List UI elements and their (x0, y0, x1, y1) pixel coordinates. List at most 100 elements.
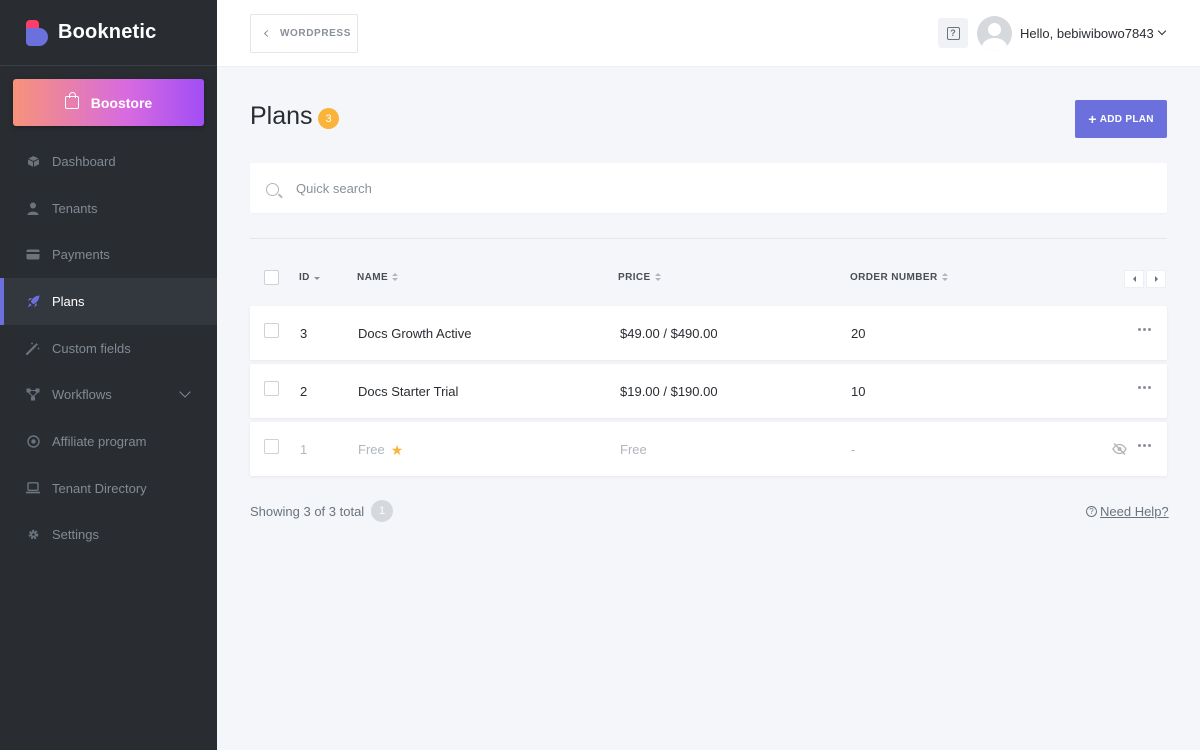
chevron-down-icon[interactable] (179, 386, 191, 399)
avatar[interactable] (977, 16, 1012, 51)
sidebar-item-label: Plans (52, 293, 85, 309)
question-circle-icon: ? (1086, 506, 1097, 517)
sort-icon (654, 272, 661, 282)
add-plan-button[interactable]: + ADD PLAN (1075, 100, 1167, 138)
boostore-button[interactable]: Boostore (13, 79, 204, 126)
sidebar-item-label: Tenant Directory (52, 480, 147, 496)
page-number-button[interactable]: 1 (371, 500, 393, 522)
help-button[interactable]: ? (938, 18, 968, 48)
row-checkbox[interactable] (264, 439, 279, 454)
more-options-icon[interactable] (1138, 386, 1151, 389)
sidebar-item-tenant-directory[interactable]: Tenant Directory (0, 465, 217, 512)
need-help-link[interactable]: ? Need Help? (1086, 504, 1169, 519)
row-checkbox[interactable] (264, 381, 279, 396)
rocket-icon (26, 294, 40, 308)
column-header-label: ORDER NUMBER (850, 272, 938, 283)
eye-off-icon[interactable] (1112, 442, 1127, 455)
question-icon: ? (946, 26, 960, 40)
booknetic-logo-icon (26, 19, 48, 46)
table-row[interactable]: 3 Docs Growth Active $49.00 / $490.00 20 (250, 306, 1167, 360)
sidebar: Booknetic Boostore Dashboard Tenants Pay… (0, 0, 217, 750)
need-help-label: Need Help? (1100, 504, 1169, 519)
sidebar-item-label: Tenants (52, 200, 98, 216)
sidebar-item-label: Affiliate program (52, 433, 147, 449)
laptop-icon (26, 481, 40, 495)
table-row[interactable]: 2 Docs Starter Trial $19.00 / $190.00 10 (250, 364, 1167, 418)
plus-icon: + (1088, 111, 1097, 127)
cell-name: Docs Growth Active (358, 326, 472, 341)
flow-icon (26, 388, 40, 402)
sort-desc-icon (313, 273, 320, 282)
column-header-id[interactable]: ID (299, 272, 320, 283)
sidebar-item-dashboard[interactable]: Dashboard (0, 138, 217, 185)
cell-price: $19.00 / $190.00 (620, 384, 718, 399)
sidebar-item-custom-fields[interactable]: Custom fields (0, 325, 217, 372)
sort-icon (941, 272, 948, 282)
caret-right-icon (1154, 276, 1158, 282)
add-plan-label: ADD PLAN (1099, 113, 1154, 125)
chevron-down-icon[interactable] (1157, 26, 1167, 36)
row-checkbox[interactable] (264, 323, 279, 338)
chevron-left-icon (263, 29, 272, 38)
search-icon (266, 183, 279, 196)
prev-page-button[interactable] (1124, 270, 1144, 288)
back-to-wordpress-label: WORDPRESS (280, 28, 351, 39)
sidebar-item-label: Payments (52, 247, 110, 263)
cell-order-number: - (851, 442, 856, 457)
page-title: Plans (250, 102, 313, 130)
sidebar-item-affiliate-program[interactable]: Affiliate program (0, 418, 217, 465)
gear-icon (26, 528, 40, 542)
sidebar-item-tenants[interactable]: Tenants (0, 185, 217, 232)
search-input[interactable] (296, 163, 1156, 213)
sidebar-item-label: Settings (52, 527, 99, 543)
cell-order-number: 20 (851, 326, 866, 341)
cell-price: Free (620, 442, 647, 457)
shopping-bag-icon (64, 92, 79, 109)
divider (250, 238, 1167, 239)
table-row[interactable]: 1 Free ★ Free - (250, 422, 1167, 476)
search-box (250, 163, 1167, 213)
showing-count: Showing 3 of 3 total (250, 504, 365, 519)
cell-id: 1 (300, 442, 308, 457)
sidebar-item-label: Dashboard (52, 153, 116, 169)
count-badge: 3 (318, 108, 339, 129)
next-page-button[interactable] (1146, 270, 1166, 288)
more-options-icon[interactable] (1138, 444, 1151, 447)
back-to-wordpress-button[interactable]: WORDPRESS (250, 14, 358, 53)
cell-name: Docs Starter Trial (358, 384, 459, 399)
user-icon (26, 201, 40, 215)
target-icon (26, 434, 40, 448)
column-header-label: ID (299, 272, 310, 283)
column-header-price[interactable]: PRICE (618, 272, 661, 283)
boostore-label: Boostore (90, 94, 153, 111)
topbar: WORDPRESS ? Hello, bebiwibowo7843 (217, 0, 1200, 67)
star-icon: ★ (390, 442, 404, 458)
column-header-order-number[interactable]: ORDER NUMBER (850, 272, 948, 283)
sidebar-item-label: Workflows (52, 387, 112, 403)
sidebar-item-workflows[interactable]: Workflows (0, 371, 217, 418)
select-all-checkbox[interactable] (264, 270, 279, 285)
column-header-name[interactable]: NAME (357, 272, 399, 283)
cell-id: 3 (300, 326, 308, 341)
sidebar-item-payments[interactable]: Payments (0, 231, 217, 278)
brand: Booknetic (0, 0, 217, 66)
cell-name: Free ★ (358, 442, 403, 459)
more-options-icon[interactable] (1138, 328, 1151, 331)
credit-card-icon (26, 248, 40, 262)
sidebar-item-settings[interactable]: Settings (0, 512, 217, 559)
brand-name: Booknetic (58, 21, 157, 43)
cell-order-number: 10 (851, 384, 866, 399)
cell-price: $49.00 / $490.00 (620, 326, 718, 341)
cell-name-text: Free (358, 442, 385, 457)
table-header: ID NAME PRICE ORDER NUMBER (250, 258, 1167, 298)
column-header-label: PRICE (618, 272, 651, 283)
sidebar-item-label: Custom fields (52, 340, 131, 356)
sidebar-menu: Dashboard Tenants Payments Plans Custom … (0, 138, 217, 558)
cube-icon (26, 154, 40, 168)
sort-icon (392, 272, 399, 282)
magic-wand-icon (26, 341, 40, 355)
caret-left-icon (1132, 276, 1136, 282)
user-greeting[interactable]: Hello, bebiwibowo7843 (1020, 26, 1154, 41)
cell-id: 2 (300, 384, 308, 399)
sidebar-item-plans[interactable]: Plans (0, 278, 217, 325)
